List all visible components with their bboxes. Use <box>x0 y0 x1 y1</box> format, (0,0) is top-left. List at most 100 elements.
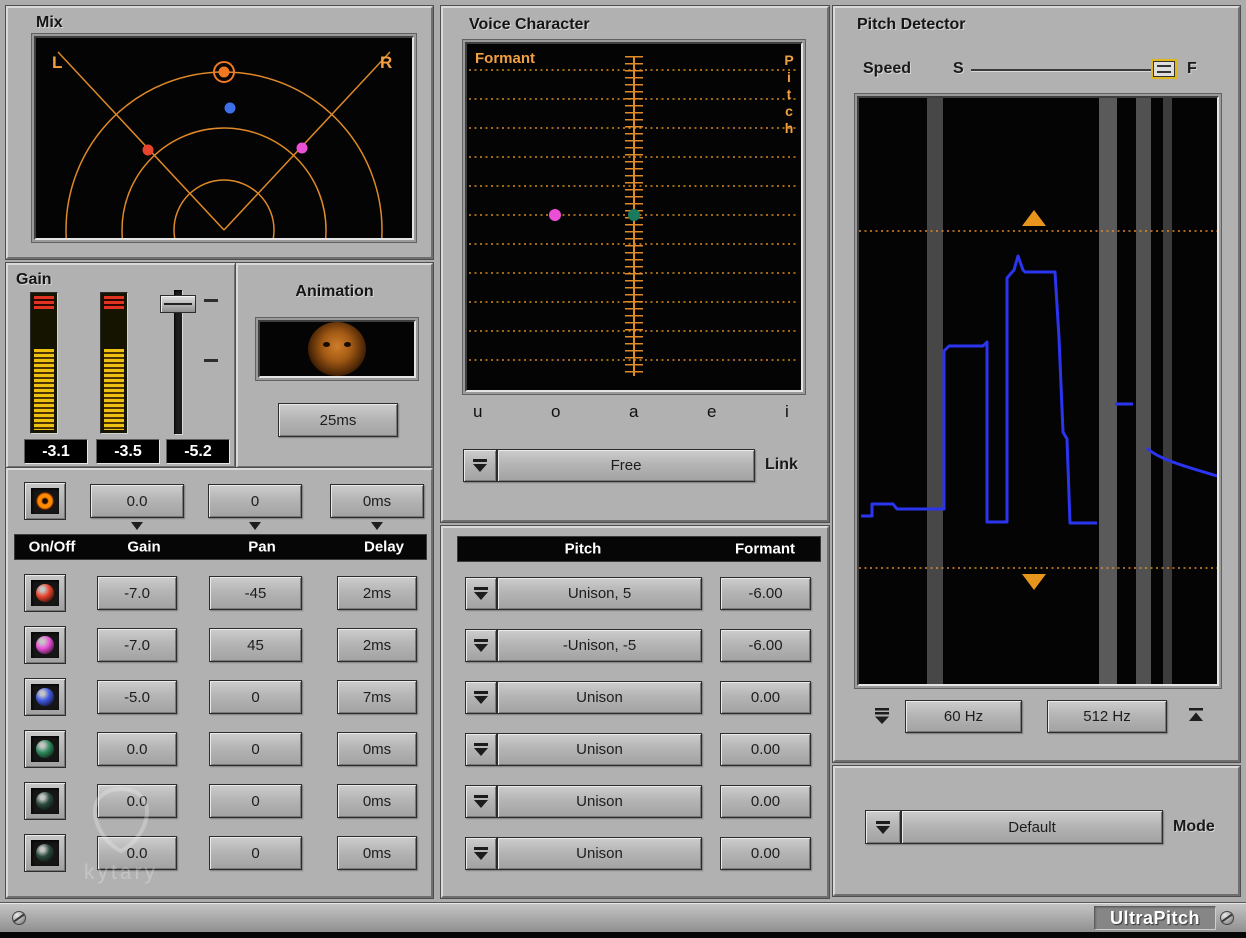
pitch-5-combo-arrow[interactable] <box>465 785 497 818</box>
high-freq-button[interactable]: 512 Hz <box>1047 700 1167 733</box>
pitch-2-interval-field[interactable]: -Unison, -5 <box>497 629 702 662</box>
master-delay-value[interactable]: 0ms <box>330 484 424 518</box>
pitch-curve-tail <box>1147 448 1217 476</box>
voice-1-onoff-button[interactable] <box>24 574 66 612</box>
dropdown-icon <box>875 821 891 834</box>
header-pitch: Pitch <box>565 541 602 558</box>
speed-slider-track[interactable] <box>971 69 1151 71</box>
master-pan-value[interactable]: 0 <box>208 484 302 518</box>
voice-1-pan-value[interactable]: -45 <box>209 576 302 610</box>
voice-6-onoff-button[interactable] <box>24 834 66 872</box>
freq-max-icon[interactable] <box>1187 708 1205 729</box>
vowel-mode-combo-arrow[interactable] <box>463 449 497 482</box>
mix-left-label: L <box>52 53 62 72</box>
pitch-4-interval-field[interactable]: Unison <box>497 733 702 766</box>
voice-1-gain-value[interactable]: -7.0 <box>97 576 177 610</box>
voice-5-delay-value[interactable]: 0ms <box>337 784 417 818</box>
voice-character-panel: Voice Character Formant Pitch u o <box>441 6 829 522</box>
pitch-1-interval-field[interactable]: Unison, 5 <box>497 577 702 610</box>
pitch-6-interval-field[interactable]: Unison <box>497 837 702 870</box>
speed-slow-label: S <box>953 60 964 78</box>
delay-pointer-icon <box>371 522 383 530</box>
pitch-4-combo-arrow[interactable] <box>465 733 497 766</box>
master-led-well <box>31 488 59 514</box>
gain-title: Gain <box>16 271 52 289</box>
voice-character-grid <box>467 44 801 390</box>
voice-3-onoff-button[interactable] <box>24 678 66 716</box>
formant-3-value[interactable]: 0.00 <box>720 681 811 714</box>
mix-dot-master[interactable] <box>219 67 230 78</box>
voice-5-onoff-button[interactable] <box>24 782 66 820</box>
pitch-curve <box>861 256 1097 523</box>
formant-marker-dot[interactable] <box>549 209 561 221</box>
mix-dot-magenta[interactable] <box>297 143 308 154</box>
mix-dot-red[interactable] <box>143 145 154 156</box>
dropdown-icon <box>473 847 489 860</box>
meter-peak-segment <box>104 296 124 309</box>
voice-6-delay-value[interactable]: 0ms <box>337 836 417 870</box>
voice-4-gain-value[interactable]: 0.0 <box>97 732 177 766</box>
voice-4-onoff-button[interactable] <box>24 730 66 768</box>
voice-5-gain-value[interactable]: 0.0 <box>97 784 177 818</box>
pitch-3-combo-arrow[interactable] <box>465 681 497 714</box>
vowel-mode-combo-field[interactable]: Free <box>497 449 755 482</box>
mix-dot-blue[interactable] <box>225 103 236 114</box>
pitch-2-combo-arrow[interactable] <box>465 629 497 662</box>
fader-tick-top <box>204 299 218 302</box>
mix-arc-middle <box>122 128 326 238</box>
voice-character-display[interactable]: Formant Pitch <box>465 42 803 392</box>
voice-6-pan-value[interactable]: 0 <box>209 836 302 870</box>
led-well <box>31 632 59 658</box>
pitch-marker-dot[interactable] <box>628 209 640 221</box>
mix-title: Mix <box>36 14 63 32</box>
lower-threshold-handle[interactable] <box>1022 574 1046 590</box>
plugin-window: Mix L R Gain <box>0 0 1246 938</box>
voice-6-led <box>36 844 54 862</box>
pitch-6-combo-arrow[interactable] <box>465 837 497 870</box>
pitch-formant-header-bar: Pitch Formant <box>457 536 821 562</box>
speed-slider-handle[interactable] <box>1153 61 1175 77</box>
dropdown-icon <box>473 587 489 600</box>
voice-6-gain-value[interactable]: 0.0 <box>97 836 177 870</box>
mix-arc-outer <box>66 72 382 238</box>
pitch-3-interval-field[interactable]: Unison <box>497 681 702 714</box>
led-well <box>31 840 59 866</box>
mode-combo-field[interactable]: Default <box>901 810 1163 844</box>
voice-4-pan-value[interactable]: 0 <box>209 732 302 766</box>
voice-3-delay-value[interactable]: 7ms <box>337 680 417 714</box>
formant-1-value[interactable]: -6.00 <box>720 577 811 610</box>
brand-name: UltraPitch <box>1110 908 1200 929</box>
link-label[interactable]: Link <box>765 456 798 474</box>
voice-character-title: Voice Character <box>469 16 590 34</box>
formant-4-value[interactable]: 0.00 <box>720 733 811 766</box>
voice-3-gain-value[interactable]: -5.0 <box>97 680 177 714</box>
voice-2-delay-value[interactable]: 2ms <box>337 628 417 662</box>
master-gain-value[interactable]: 0.0 <box>90 484 184 518</box>
gain-readout-fader: -5.2 <box>166 439 230 464</box>
voice-3-pan-value[interactable]: 0 <box>209 680 302 714</box>
voice-2-gain-value[interactable]: -7.0 <box>97 628 177 662</box>
formant-6-value[interactable]: 0.00 <box>720 837 811 870</box>
formant-2-value[interactable]: -6.00 <box>720 629 811 662</box>
voice-2-led <box>36 636 54 654</box>
voice-2-pan-value[interactable]: 45 <box>209 628 302 662</box>
voice-2-onoff-button[interactable] <box>24 626 66 664</box>
voice-1-delay-value[interactable]: 2ms <box>337 576 417 610</box>
master-onoff-button[interactable] <box>24 482 66 520</box>
pitch-detector-display[interactable] <box>857 96 1219 686</box>
pitch-1-combo-arrow[interactable] <box>465 577 497 610</box>
mix-left-diagonal <box>58 52 224 230</box>
formant-5-value[interactable]: 0.00 <box>720 785 811 818</box>
voice-5-pan-value[interactable]: 0 <box>209 784 302 818</box>
upper-threshold-handle[interactable] <box>1022 210 1046 226</box>
animation-rate-button[interactable]: 25ms <box>278 403 398 437</box>
gain-fader-handle[interactable] <box>160 295 196 313</box>
pitch-5-interval-field[interactable]: Unison <box>497 785 702 818</box>
gain-readout-left: -3.1 <box>24 439 88 464</box>
low-freq-button[interactable]: 60 Hz <box>905 700 1022 733</box>
freq-min-icon[interactable] <box>873 708 891 729</box>
mode-combo-arrow[interactable] <box>865 810 901 844</box>
mix-display[interactable]: L R <box>34 36 414 240</box>
dropdown-icon <box>473 795 489 808</box>
voice-4-delay-value[interactable]: 0ms <box>337 732 417 766</box>
